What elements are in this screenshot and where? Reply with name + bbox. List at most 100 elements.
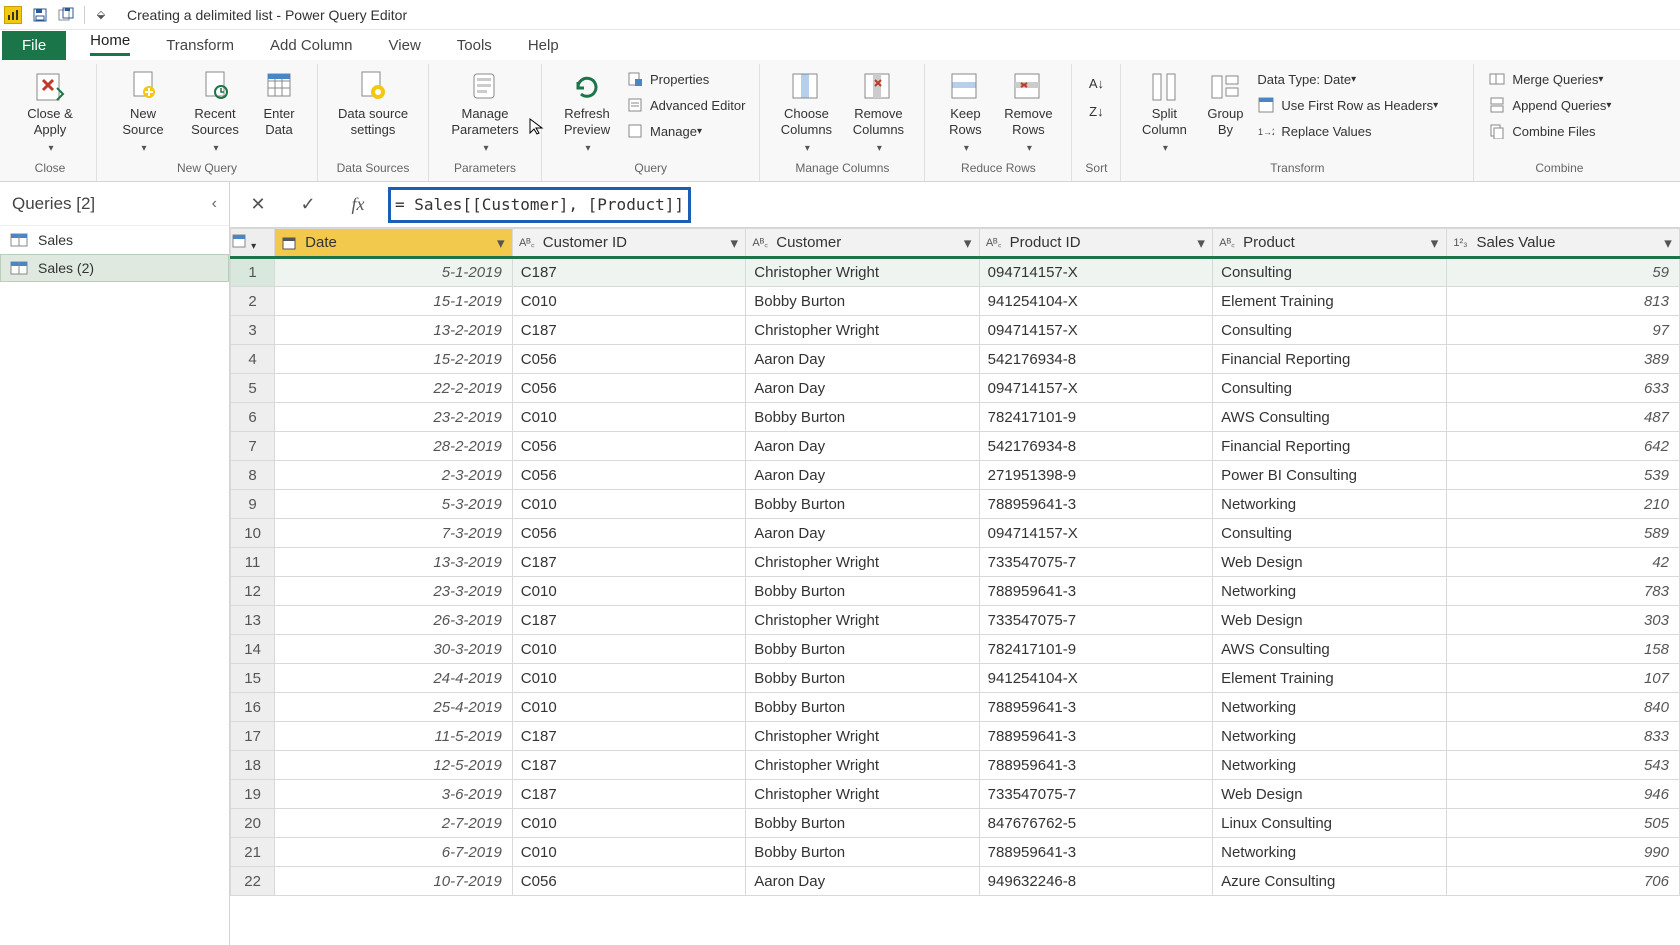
- cell-product-id[interactable]: 788959641-3: [979, 490, 1212, 519]
- tab-view[interactable]: View: [371, 31, 439, 60]
- remove-rows-button[interactable]: Remove Rows: [995, 66, 1061, 159]
- cell-customer[interactable]: Christopher Wright: [746, 548, 979, 577]
- cell-customer[interactable]: Bobby Burton: [746, 403, 979, 432]
- table-row[interactable]: 2210-7-2019C056Aaron Day949632246-8Azure…: [231, 867, 1680, 896]
- row-number[interactable]: 9: [231, 490, 275, 519]
- table-row[interactable]: 215-1-2019C010Bobby Burton941254104-XEle…: [231, 287, 1680, 316]
- row-number[interactable]: 16: [231, 693, 275, 722]
- cell-product-id[interactable]: 847676762-5: [979, 809, 1212, 838]
- cell-sales-value[interactable]: 840: [1446, 693, 1679, 722]
- cell-product-id[interactable]: 733547075-7: [979, 606, 1212, 635]
- row-number[interactable]: 6: [231, 403, 275, 432]
- cell-date[interactable]: 6-7-2019: [275, 838, 513, 867]
- cell-sales-value[interactable]: 539: [1446, 461, 1679, 490]
- column-type-icon[interactable]: Aᴮ꜀: [513, 235, 541, 250]
- cell-customer-id[interactable]: C010: [512, 287, 745, 316]
- cell-product[interactable]: Linux Consulting: [1213, 809, 1446, 838]
- table-corner-button[interactable]: ▾: [231, 229, 275, 258]
- cell-sales-value[interactable]: 706: [1446, 867, 1679, 896]
- formula-commit-button[interactable]: ✓: [288, 188, 328, 222]
- column-filter-button[interactable]: ▾: [957, 232, 979, 254]
- cell-customer[interactable]: Bobby Burton: [746, 664, 979, 693]
- enter-data-button[interactable]: Enter Data: [251, 66, 307, 143]
- cell-product[interactable]: Element Training: [1213, 287, 1446, 316]
- combine-files-button[interactable]: Combine Files: [1484, 118, 1634, 144]
- query-item[interactable]: Sales: [0, 226, 229, 254]
- column-type-icon[interactable]: 1²₃: [1447, 237, 1475, 249]
- tab-add-column[interactable]: Add Column: [252, 31, 371, 60]
- cell-product[interactable]: Financial Reporting: [1213, 345, 1446, 374]
- cell-customer-id[interactable]: C187: [512, 606, 745, 635]
- formula-input[interactable]: = Sales[[Customer], [Product]]: [395, 195, 684, 214]
- cell-customer-id[interactable]: C056: [512, 867, 745, 896]
- qat-save-button[interactable]: [28, 3, 52, 27]
- cell-product-id[interactable]: 941254104-X: [979, 664, 1212, 693]
- cell-sales-value[interactable]: 210: [1446, 490, 1679, 519]
- cell-date[interactable]: 26-3-2019: [275, 606, 513, 635]
- table-row[interactable]: 1812-5-2019C187Christopher Wright7889596…: [231, 751, 1680, 780]
- cell-customer-id[interactable]: C010: [512, 577, 745, 606]
- cell-customer[interactable]: Aaron Day: [746, 345, 979, 374]
- recent-sources-button[interactable]: Recent Sources: [179, 66, 251, 159]
- cell-date[interactable]: 22-2-2019: [275, 374, 513, 403]
- cell-customer[interactable]: Christopher Wright: [746, 258, 979, 287]
- sort-asc-button[interactable]: A↓: [1082, 70, 1110, 96]
- row-number[interactable]: 17: [231, 722, 275, 751]
- cell-product-id[interactable]: 094714157-X: [979, 519, 1212, 548]
- cell-product-id[interactable]: 949632246-8: [979, 867, 1212, 896]
- cell-customer-id[interactable]: C056: [512, 345, 745, 374]
- cell-product[interactable]: Networking: [1213, 490, 1446, 519]
- row-number[interactable]: 21: [231, 838, 275, 867]
- column-type-icon[interactable]: Aᴮ꜀: [1213, 235, 1241, 250]
- cell-product[interactable]: Consulting: [1213, 258, 1446, 287]
- cell-sales-value[interactable]: 303: [1446, 606, 1679, 635]
- column-header[interactable]: Aᴮ꜀Customer ID▾: [512, 229, 745, 258]
- table-row[interactable]: 1625-4-2019C010Bobby Burton788959641-3Ne…: [231, 693, 1680, 722]
- cell-sales-value[interactable]: 783: [1446, 577, 1679, 606]
- column-filter-button[interactable]: ▾: [1424, 232, 1446, 254]
- append-queries-button[interactable]: Append Queries ▾: [1484, 92, 1634, 118]
- cell-customer-id[interactable]: C187: [512, 316, 745, 345]
- column-header[interactable]: Aᴮ꜀Customer▾: [746, 229, 979, 258]
- remove-columns-button[interactable]: Remove Columns: [842, 66, 914, 159]
- cell-product-id[interactable]: 788959641-3: [979, 838, 1212, 867]
- table-row[interactable]: 1711-5-2019C187Christopher Wright7889596…: [231, 722, 1680, 751]
- cell-sales-value[interactable]: 42: [1446, 548, 1679, 577]
- cell-product-id[interactable]: 094714157-X: [979, 374, 1212, 403]
- choose-columns-button[interactable]: Choose Columns: [770, 66, 842, 159]
- cell-customer[interactable]: Christopher Wright: [746, 606, 979, 635]
- cell-customer[interactable]: Aaron Day: [746, 432, 979, 461]
- cell-sales-value[interactable]: 946: [1446, 780, 1679, 809]
- table-row[interactable]: 15-1-2019C187Christopher Wright094714157…: [231, 258, 1680, 287]
- cell-customer-id[interactable]: C187: [512, 780, 745, 809]
- column-header[interactable]: 1²₃Sales Value▾: [1446, 229, 1679, 258]
- column-header[interactable]: Aᴮ꜀Product ID▾: [979, 229, 1212, 258]
- cell-customer[interactable]: Aaron Day: [746, 461, 979, 490]
- cell-product[interactable]: Azure Consulting: [1213, 867, 1446, 896]
- table-row[interactable]: 107-3-2019C056Aaron Day094714157-XConsul…: [231, 519, 1680, 548]
- cell-date[interactable]: 2-3-2019: [275, 461, 513, 490]
- table-row[interactable]: 1430-3-2019C010Bobby Burton782417101-9AW…: [231, 635, 1680, 664]
- cell-product-id[interactable]: 782417101-9: [979, 635, 1212, 664]
- row-number[interactable]: 2: [231, 287, 275, 316]
- cell-date[interactable]: 7-3-2019: [275, 519, 513, 548]
- cell-product[interactable]: Networking: [1213, 722, 1446, 751]
- cell-product-id[interactable]: 782417101-9: [979, 403, 1212, 432]
- cell-customer-id[interactable]: C187: [512, 548, 745, 577]
- query-item[interactable]: Sales (2): [0, 254, 229, 282]
- cell-date[interactable]: 13-3-2019: [275, 548, 513, 577]
- manage-parameters-button[interactable]: Manage Parameters: [439, 66, 531, 159]
- cell-date[interactable]: 25-4-2019: [275, 693, 513, 722]
- collapse-icon[interactable]: ‹: [212, 195, 217, 213]
- row-number[interactable]: 8: [231, 461, 275, 490]
- keep-rows-button[interactable]: Keep Rows: [935, 66, 995, 159]
- table-row[interactable]: 95-3-2019C010Bobby Burton788959641-3Netw…: [231, 490, 1680, 519]
- table-row[interactable]: 202-7-2019C010Bobby Burton847676762-5Lin…: [231, 809, 1680, 838]
- cell-date[interactable]: 2-7-2019: [275, 809, 513, 838]
- table-row[interactable]: 313-2-2019C187Christopher Wright09471415…: [231, 316, 1680, 345]
- cell-customer-id[interactable]: C010: [512, 664, 745, 693]
- row-number[interactable]: 20: [231, 809, 275, 838]
- cell-customer[interactable]: Christopher Wright: [746, 751, 979, 780]
- cell-date[interactable]: 15-2-2019: [275, 345, 513, 374]
- column-filter-button[interactable]: ▾: [1190, 232, 1212, 254]
